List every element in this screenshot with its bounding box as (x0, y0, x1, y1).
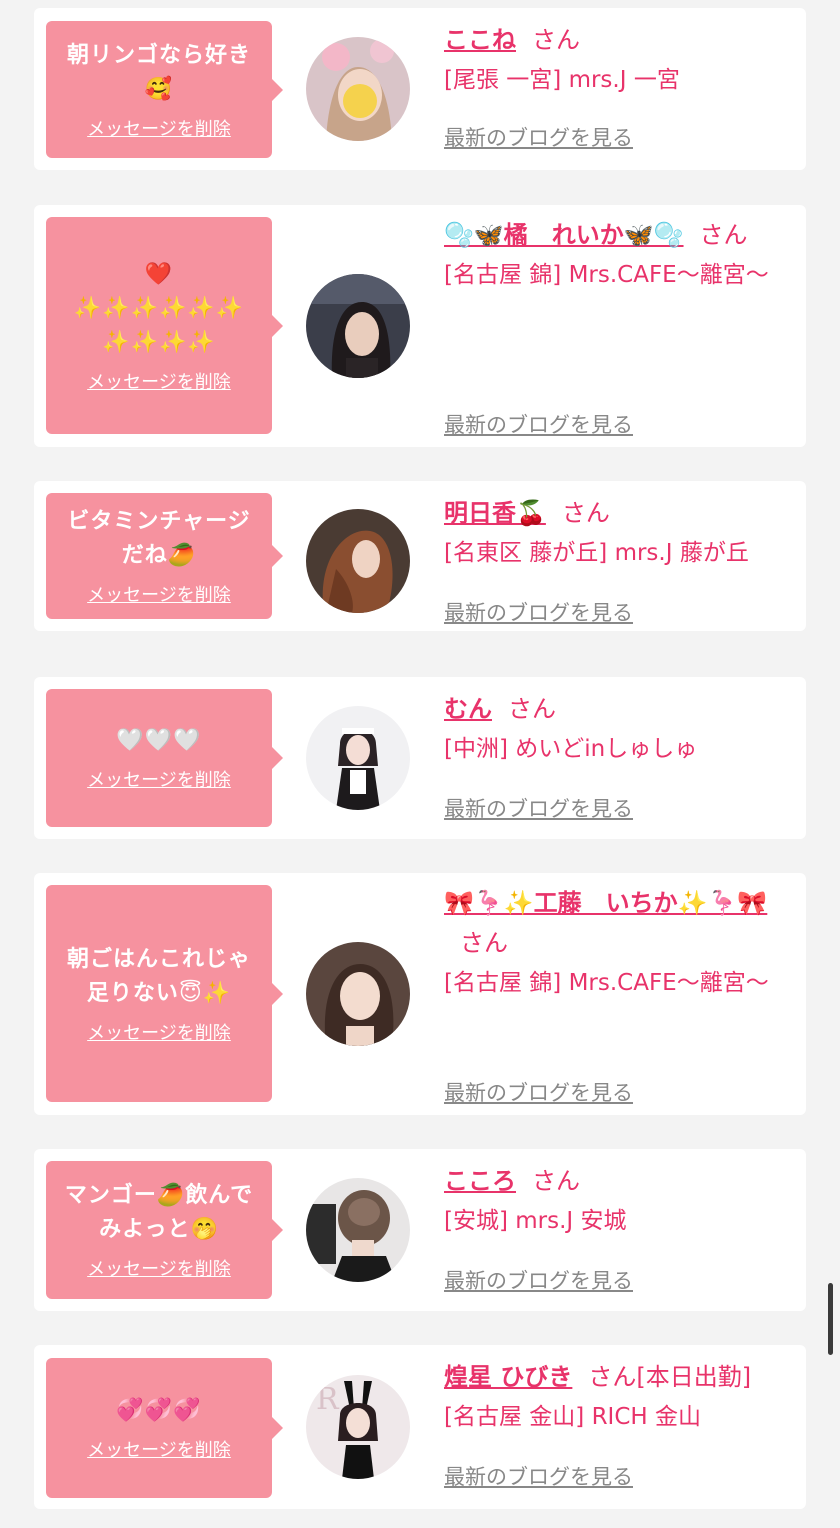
cast-name-link[interactable]: 煌星 ひびき (444, 1363, 572, 1391)
avatar[interactable] (306, 942, 410, 1046)
message-text: ビタミンチャージ だね🥭 (67, 509, 251, 568)
message-text: 🤍🤍🤍 (116, 728, 202, 753)
message-text: 💞💞💞 (116, 1398, 202, 1423)
honorific: さん (561, 499, 610, 527)
honorific: さん (508, 695, 556, 723)
avatar[interactable] (306, 1178, 410, 1282)
list-item: ビタミンチャージ だね🥭 メッセージを削除 明日香🍒 さん [名東区 藤が丘] m… (34, 481, 806, 631)
message-bubble: 朝ごはんこれじゃ 足りない😇✨ メッセージを削除 (46, 885, 283, 1102)
delete-message-link[interactable]: メッセージを削除 (87, 766, 231, 792)
list-item: ❤️ ✨✨✨✨✨✨ ✨✨✨✨ メッセージを削除 🫧🦋橘 れいか🦋🫧 さん [名古屋… (34, 205, 806, 447)
cast-info: 煌星 ひびき さん[本日出勤] [名古屋 金山] RICH 金山 最新のブログを見… (444, 1357, 794, 1489)
cast-name-link[interactable]: 🎀🦩✨工藤 いちか✨🦩🎀 (444, 889, 767, 917)
cast-info: 🫧🦋橘 れいか🦋🫧 さん [名古屋 錦] Mrs.CAFE～離宮～ 最新のブログを… (444, 215, 794, 437)
message-bubble: 🤍🤍🤍 メッセージを削除 (46, 689, 283, 827)
honorific: さん (699, 221, 748, 249)
woman-dark-hair-photo-icon (306, 274, 410, 378)
shop-name: [名古屋 錦] Mrs.CAFE～離宮～ (444, 970, 769, 996)
latest-blog-link[interactable]: 最新のブログを見る (444, 122, 633, 152)
message-text: ❤️ ✨✨✨✨✨✨ ✨✨✨✨ (73, 261, 245, 355)
shop-name: [安城] mrs.J 安城 (444, 1208, 627, 1234)
scrollbar[interactable] (828, 1283, 833, 1355)
honorific: さん[本日出勤] (588, 1363, 752, 1391)
honorific: さん (532, 26, 580, 54)
message-bubble: マンゴー🥭飲んで みよっと🤭 メッセージを削除 (46, 1161, 283, 1299)
cast-info: 明日香🍒 さん [名東区 藤が丘] mrs.J 藤が丘 最新のブログを見る (444, 493, 794, 625)
bunny-costume-photo-icon: R (306, 1375, 410, 1479)
cast-name-link[interactable]: 🫧🦋橘 れいか🦋🫧 (444, 221, 684, 249)
list-item: 🤍🤍🤍 メッセージを削除 むん さん [中洲] めいどinしゅしゅ 最新のブログを… (34, 677, 806, 839)
list-item: 💞💞💞 メッセージを削除 R 煌星 ひびき さん[本日出勤] [名古屋 金山] R… (34, 1345, 806, 1509)
delete-message-link[interactable]: メッセージを削除 (87, 115, 231, 141)
delete-message-link[interactable]: メッセージを削除 (87, 1436, 231, 1462)
avatar[interactable] (306, 37, 410, 141)
svg-text:R: R (316, 1382, 340, 1417)
avatar[interactable] (306, 274, 410, 378)
latest-blog-link[interactable]: 最新のブログを見る (444, 793, 633, 823)
avatar[interactable] (306, 706, 410, 810)
list-item: マンゴー🥭飲んで みよっと🤭 メッセージを削除 こころ さん [安城] mrs.J… (34, 1149, 806, 1311)
latest-blog-link[interactable]: 最新のブログを見る (444, 1265, 633, 1295)
shop-name: [尾張 一宮] mrs.J 一宮 (444, 67, 680, 93)
message-bubble: 朝リンゴなら好き 🥰 メッセージを削除 (46, 21, 283, 158)
delete-message-link[interactable]: メッセージを削除 (87, 1255, 231, 1281)
cast-info: こころ さん [安城] mrs.J 安城 最新のブログを見る (444, 1161, 794, 1293)
latest-blog-link[interactable]: 最新のブログを見る (444, 1461, 633, 1491)
message-text: マンゴー🥭飲んで みよっと🤭 (64, 1183, 254, 1242)
cast-name-link[interactable]: むん (444, 695, 492, 723)
shop-name: [中洲] めいどinしゅしゅ (444, 736, 698, 762)
cast-info: むん さん [中洲] めいどinしゅしゅ 最新のブログを見る (444, 689, 794, 821)
cast-name-link[interactable]: 明日香🍒 (444, 499, 546, 527)
maid-costume-photo-icon (306, 706, 410, 810)
message-text: 朝ごはんこれじゃ 足りない😇✨ (66, 946, 251, 1006)
delete-message-link[interactable]: メッセージを削除 (87, 368, 231, 394)
delete-message-link[interactable]: メッセージを削除 (87, 581, 231, 607)
avatar[interactable]: R (306, 1375, 410, 1479)
honorific: さん (460, 929, 508, 957)
delete-message-link[interactable]: メッセージを削除 (87, 1019, 231, 1045)
woman-portrait-photo-icon (306, 942, 410, 1046)
honorific: さん (532, 1167, 580, 1195)
blurred-woman-photo-icon (306, 37, 410, 141)
latest-blog-link[interactable]: 最新のブログを見る (444, 597, 633, 627)
message-bubble: 💞💞💞 メッセージを削除 (46, 1358, 283, 1498)
latest-blog-link[interactable]: 最新のブログを見る (444, 409, 633, 439)
message-bubble: ビタミンチャージ だね🥭 メッセージを削除 (46, 493, 283, 619)
list-item: 朝ごはんこれじゃ 足りない😇✨ メッセージを削除 🎀🦩✨工藤 いちか✨🦩🎀 さん … (34, 873, 806, 1115)
cast-name-link[interactable]: ここね (444, 26, 516, 54)
cast-name-link[interactable]: こころ (444, 1167, 516, 1195)
shop-name: [名古屋 錦] Mrs.CAFE～離宮～ (444, 262, 769, 288)
hair-back-photo-icon (306, 1178, 410, 1282)
message-bubble: ❤️ ✨✨✨✨✨✨ ✨✨✨✨ メッセージを削除 (46, 217, 283, 434)
shop-name: [名東区 藤が丘] mrs.J 藤が丘 (444, 540, 749, 566)
shop-name: [名古屋 金山] RICH 金山 (444, 1404, 701, 1430)
list-item: 朝リンゴなら好き 🥰 メッセージを削除 ここね さん [尾張 一宮] mrs.J … (34, 8, 806, 170)
message-text: 朝リンゴなら好き 🥰 (66, 42, 251, 102)
avatar[interactable] (306, 509, 410, 613)
cast-info: ここね さん [尾張 一宮] mrs.J 一宮 最新のブログを見る (444, 20, 794, 150)
cast-info: 🎀🦩✨工藤 いちか✨🦩🎀 さん [名古屋 錦] Mrs.CAFE～離宮～ 最新のブ… (444, 883, 794, 1105)
latest-blog-link[interactable]: 最新のブログを見る (444, 1077, 633, 1107)
woman-side-profile-photo-icon (306, 509, 410, 613)
